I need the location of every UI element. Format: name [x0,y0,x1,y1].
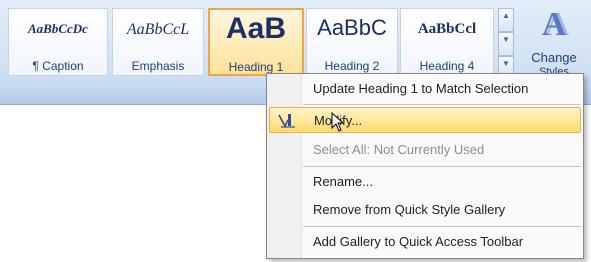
gallery-scroll-up-button[interactable]: ▲ [498,8,514,32]
menu-item-remove-from-gallery[interactable]: Remove from Quick Style Gallery [269,197,581,223]
change-styles-icon: A [541,6,567,43]
menu-separator [303,104,581,105]
style-tile-caption[interactable]: AaBbCcDc ¶ Caption [8,8,108,76]
style-tile-heading-4[interactable]: AaBbCcl Heading 4 [400,8,494,76]
menu-item-label: Select All: Not Currently Used [313,142,485,157]
style-sample-emphasis: AaBbCcL [126,21,190,38]
menu-item-rename[interactable]: Rename... [269,169,581,195]
style-label-heading-1: Heading 1 [228,60,284,74]
style-tile-emphasis[interactable]: AaBbCcL Emphasis [112,8,204,76]
style-label-caption: ¶ Caption [32,59,84,73]
menu-separator [303,166,581,167]
menu-separator [303,226,581,227]
style-sample-caption: AaBbCcDc [28,21,88,36]
menu-item-modify[interactable]: Modify... [269,107,581,133]
change-styles-label: Change [531,50,577,65]
style-sample-heading-4: AaBbCcl [417,21,477,37]
menu-item-select-all: Select All: Not Currently Used [269,137,581,163]
chevron-down-icon: ▼ [502,35,510,44]
mouse-cursor-icon [331,111,345,137]
style-sample-heading-2: AaBbC [317,15,387,40]
style-tile-heading-1[interactable]: AaB Heading 1 [208,8,304,76]
more-icon: ▼ [502,59,510,68]
style-tile-heading-2[interactable]: AaBbC Heading 2 [306,8,398,76]
gallery-scroll-down-button[interactable]: ▼ [498,32,514,56]
modify-style-icon [278,112,296,128]
chevron-up-icon: ▲ [502,11,510,20]
style-sample-heading-1: AaB [225,12,286,45]
menu-item-label: Update Heading 1 to Match Selection [313,81,529,96]
context-menu: Update Heading 1 to Match Selection Modi… [266,73,584,259]
style-label-emphasis: Emphasis [131,59,185,73]
style-label-heading-2: Heading 2 [324,59,380,73]
menu-item-label: Remove from Quick Style Gallery [313,202,506,217]
menu-item-update-heading[interactable]: Update Heading 1 to Match Selection [269,76,581,102]
menu-item-label: Rename... [313,174,373,189]
style-label-heading-4: Heading 4 [419,59,475,73]
menu-item-add-to-qat[interactable]: Add Gallery to Quick Access Toolbar [269,229,581,255]
menu-item-label: Add Gallery to Quick Access Toolbar [313,234,524,249]
change-styles-button[interactable]: A Change Styles [520,4,588,78]
